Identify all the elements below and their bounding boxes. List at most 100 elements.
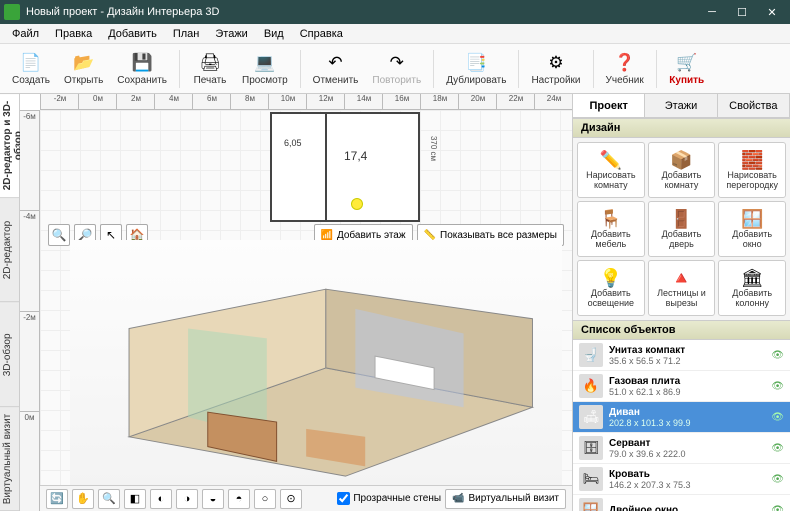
transparent-walls-checkbox[interactable]: Прозрачные стены xyxy=(337,492,441,505)
tool-label: Учебник xyxy=(606,75,644,86)
camera-marker[interactable] xyxy=(351,198,363,210)
object-item[interactable]: 🪟Двойное окно👁 xyxy=(573,495,790,511)
object-item[interactable]: 🛋Диван202.8 x 101.3 x 99.9👁 xyxy=(573,402,790,433)
tool-button[interactable]: ◑ xyxy=(176,489,198,509)
side-tabs: 2D-редактор и 3D-обзор2D-редактор3D-обзо… xyxy=(0,94,20,511)
objects-section-title: Список объектов xyxy=(573,320,790,340)
action-button[interactable]: 🏛Добавитьколонну xyxy=(718,260,786,316)
menu-Этажи[interactable]: Этажи xyxy=(207,26,255,42)
menu-План[interactable]: План xyxy=(165,26,208,42)
tool-label: Купить xyxy=(669,75,704,86)
side-tab[interactable]: Виртуальный визит xyxy=(0,407,19,511)
tool-label: Печать xyxy=(194,75,227,86)
ruler-mark: 12м xyxy=(306,94,344,109)
minimize-button[interactable]: ─ xyxy=(698,2,726,22)
visibility-icon[interactable]: 👁 xyxy=(771,350,784,361)
panel-tab-Свойства[interactable]: Свойства xyxy=(718,94,790,117)
visibility-icon[interactable]: 👁 xyxy=(771,412,784,423)
action-button[interactable]: 📦Добавитькомнату xyxy=(648,142,716,198)
menu-Вид[interactable]: Вид xyxy=(256,26,292,42)
tool-button[interactable]: ◐ xyxy=(150,489,172,509)
tool-button[interactable]: ◓ xyxy=(228,489,250,509)
toolbar-учебник[interactable]: ❓Учебник xyxy=(600,46,650,92)
toolbar-просмотр[interactable]: 💻Просмотр xyxy=(236,46,294,92)
toolbar-купить[interactable]: 🛒Купить xyxy=(663,46,711,92)
side-tab[interactable]: 2D-редактор xyxy=(0,198,19,302)
window-title: Новый проект - Дизайн Интерьера 3D xyxy=(26,6,698,18)
menu-Файл[interactable]: Файл xyxy=(4,26,47,42)
action-icon: 📦 xyxy=(670,149,692,171)
object-dimensions: 202.8 x 101.3 x 99.9 xyxy=(609,418,765,428)
virtual-visit-button[interactable]: 📹Виртуальный визит xyxy=(445,489,566,509)
action-button[interactable]: 💡Добавитьосвещение xyxy=(577,260,645,316)
menu-Справка[interactable]: Справка xyxy=(292,26,351,42)
tool-button[interactable]: ⊙ xyxy=(280,489,302,509)
tool-button[interactable]: ○ xyxy=(254,489,276,509)
ruler-mark: 24м xyxy=(534,94,572,109)
visibility-icon[interactable]: 👁 xyxy=(771,474,784,485)
object-icon: 🛋 xyxy=(579,405,603,429)
ruler-mark: 16м xyxy=(382,94,420,109)
tool-icon: ❓ xyxy=(614,52,636,74)
visibility-icon[interactable]: 👁 xyxy=(771,443,784,454)
ruler-mark: 10м xyxy=(268,94,306,109)
ruler-mark: 4м xyxy=(154,94,192,109)
panel-tab-Этажи[interactable]: Этажи xyxy=(645,94,717,117)
menu-Добавить[interactable]: Добавить xyxy=(100,26,165,42)
toolbar-создать[interactable]: 📄Создать xyxy=(6,46,56,92)
tool-label: Дублировать xyxy=(446,75,506,86)
orbit-button[interactable]: 🔄 xyxy=(46,489,68,509)
action-icon: 🪟 xyxy=(741,208,763,230)
visibility-icon[interactable]: 👁 xyxy=(771,505,784,511)
object-icon: 🪟 xyxy=(579,498,603,511)
pan-button[interactable]: ✋ xyxy=(72,489,94,509)
object-icon: 🗄 xyxy=(579,436,603,460)
canvas-area: -2м0м2м4м6м8м10м12м14м16м18м20м22м24м -6… xyxy=(20,94,572,511)
object-item[interactable]: 🛏Кровать146.2 x 207.3 x 75.3👁 xyxy=(573,464,790,495)
action-icon: 🏛 xyxy=(741,267,764,289)
tool-button[interactable]: ◒ xyxy=(202,489,224,509)
toolbar-печать[interactable]: 🖨Печать xyxy=(186,46,234,92)
ruler-mark: 2м xyxy=(116,94,154,109)
toolbar-сохранить[interactable]: 💾Сохранить xyxy=(111,46,173,92)
tool-label: Отменить xyxy=(313,75,359,86)
action-button[interactable]: 🔺Лестницы ивырезы xyxy=(648,260,716,316)
object-item[interactable]: 🚽Унитаз компакт35.6 x 56.5 x 71.2👁 xyxy=(573,340,790,371)
object-name: Газовая плита xyxy=(609,376,765,387)
action-icon: 💡 xyxy=(600,267,622,289)
tool-button[interactable]: ◧ xyxy=(124,489,146,509)
3d-scene xyxy=(70,240,562,486)
zoom-in-button[interactable]: 🔍 xyxy=(48,224,70,246)
panel-tab-Проект[interactable]: Проект xyxy=(573,94,645,117)
object-list: 🚽Унитаз компакт35.6 x 56.5 x 71.2👁🔥Газов… xyxy=(573,340,790,511)
side-tab[interactable]: 2D-редактор и 3D-обзор xyxy=(0,94,19,198)
toolbar-отменить[interactable]: ↶Отменить xyxy=(307,46,365,92)
floor-plan-2d[interactable]: 6,05 17,4 370 см xyxy=(270,112,420,222)
viewport[interactable]: 6,05 17,4 370 см 🔍 🔎 ↖ 🏠 📶Добавить этаж … xyxy=(40,110,572,511)
object-item[interactable]: 🗄Сервант79.0 x 39.6 x 222.0👁 xyxy=(573,433,790,464)
action-button[interactable]: 🪟Добавитьокно xyxy=(718,201,786,257)
3d-render-view[interactable] xyxy=(70,240,562,486)
ruler-mark: -2м xyxy=(40,94,78,109)
side-tab[interactable]: 3D-обзор xyxy=(0,303,19,407)
visibility-icon[interactable]: 👁 xyxy=(771,381,784,392)
action-button[interactable]: ✏️Нарисоватькомнату xyxy=(577,142,645,198)
menu-Правка[interactable]: Правка xyxy=(47,26,100,42)
toolbar-дублировать[interactable]: 📑Дублировать xyxy=(440,46,512,92)
maximize-button[interactable]: ☐ xyxy=(728,2,756,22)
action-button[interactable]: 🧱Нарисоватьперегородку xyxy=(718,142,786,198)
ruler-mark: -2м xyxy=(20,311,39,411)
zoom-button[interactable]: 🔍 xyxy=(98,489,120,509)
toolbar-повторить[interactable]: ↷Повторить xyxy=(366,46,427,92)
close-button[interactable]: ✕ xyxy=(758,2,786,22)
toolbar-настройки[interactable]: ⚙Настройки xyxy=(525,46,586,92)
tool-label: Повторить xyxy=(372,75,421,86)
action-button[interactable]: 🪑Добавитьмебель xyxy=(577,201,645,257)
object-item[interactable]: 🔥Газовая плита51.0 x 62.1 x 86.9👁 xyxy=(573,371,790,402)
toolbar-открыть[interactable]: 📂Открыть xyxy=(58,46,109,92)
separator xyxy=(300,50,301,88)
tool-icon: 🛒 xyxy=(676,52,698,74)
action-button[interactable]: 🚪Добавитьдверь xyxy=(648,201,716,257)
action-label: Лестницы ивырезы xyxy=(657,289,706,309)
object-dimensions: 35.6 x 56.5 x 71.2 xyxy=(609,356,765,366)
